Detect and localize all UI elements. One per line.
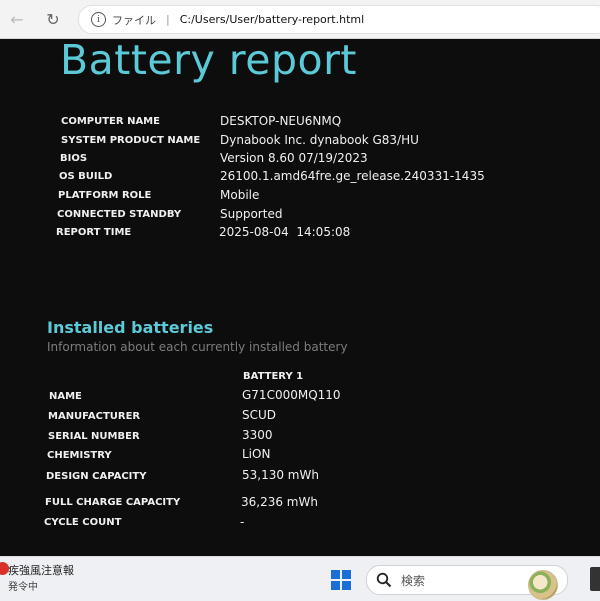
- address-separator: |: [166, 13, 170, 26]
- value-bios: Version 8.60 07/19/2023: [220, 151, 368, 165]
- value-full-charge-capacity: 36,236 mWh: [241, 495, 318, 509]
- address-bar[interactable]: i ファイル | C:/Users/User/battery-report.ht…: [78, 5, 600, 34]
- label-chemistry: CHEMISTRY: [47, 450, 112, 461]
- label-computer-name: COMPUTER NAME: [61, 116, 160, 127]
- label-connected-standby: CONNECTED STANDBY: [57, 209, 182, 220]
- file-scheme-label: ファイル: [112, 13, 156, 27]
- weather-alert-status[interactable]: 発令中: [8, 578, 38, 593]
- label-cycle-count: CYCLE COUNT: [44, 517, 122, 528]
- page-title: Battery report: [60, 36, 358, 84]
- value-system-product-name: Dynabook Inc. dynabook G83/HU: [220, 133, 419, 147]
- label-manufacturer: MANUFACTURER: [48, 411, 141, 422]
- value-serial-number: 3300: [242, 428, 273, 442]
- url-text[interactable]: C:/Users/User/battery-report.html: [180, 13, 364, 26]
- value-cycle-count: -: [240, 515, 245, 529]
- value-design-capacity: 53,130 mWh: [242, 468, 319, 482]
- battery-column-header: BATTERY 1: [243, 371, 304, 382]
- label-full-charge-capacity: FULL CHARGE CAPACITY: [45, 497, 181, 508]
- value-computer-name: DESKTOP-NEU6NMQ: [220, 114, 342, 128]
- weather-alert-title[interactable]: 疾強風注意報: [8, 562, 74, 578]
- reload-icon[interactable]: ↻: [42, 8, 64, 30]
- label-os-build: OS BUILD: [59, 171, 113, 182]
- value-manufacturer: SCUD: [242, 408, 277, 422]
- browser-toolbar: ← ↻ i ファイル | C:/Users/User/battery-repor…: [0, 0, 600, 39]
- value-battery-name: G71C000MQ110: [242, 388, 341, 402]
- back-arrow-icon[interactable]: ←: [6, 8, 28, 30]
- search-placeholder: 検索: [401, 574, 426, 588]
- label-serial-number: SERIAL NUMBER: [48, 431, 140, 442]
- taskbar: 疾強風注意報 発令中 検索: [0, 556, 600, 601]
- label-battery-name: NAME: [49, 391, 82, 402]
- value-platform-role: Mobile: [220, 188, 260, 202]
- taskbar-app-icon[interactable]: [590, 567, 600, 591]
- label-platform-role: PLATFORM ROLE: [58, 190, 152, 201]
- value-os-build: 26100.1.amd64fre.ge_release.240331-1435: [220, 169, 485, 183]
- value-chemistry: LiON: [242, 447, 271, 461]
- search-highlight-icon[interactable]: [528, 570, 558, 600]
- label-design-capacity: DESIGN CAPACITY: [46, 471, 147, 482]
- value-report-time: 2025-08-04 14:05:08: [219, 225, 351, 239]
- installed-batteries-heading: Installed batteries: [47, 318, 214, 337]
- label-system-product-name: SYSTEM PRODUCT NAME: [61, 135, 201, 146]
- label-bios: BIOS: [60, 153, 88, 164]
- windows-start-icon[interactable]: [331, 570, 351, 590]
- installed-batteries-subtitle: Information about each currently install…: [47, 340, 348, 354]
- info-icon[interactable]: i: [91, 12, 106, 27]
- value-connected-standby: Supported: [220, 207, 283, 221]
- search-icon: [376, 572, 392, 588]
- label-report-time: REPORT TIME: [56, 227, 132, 238]
